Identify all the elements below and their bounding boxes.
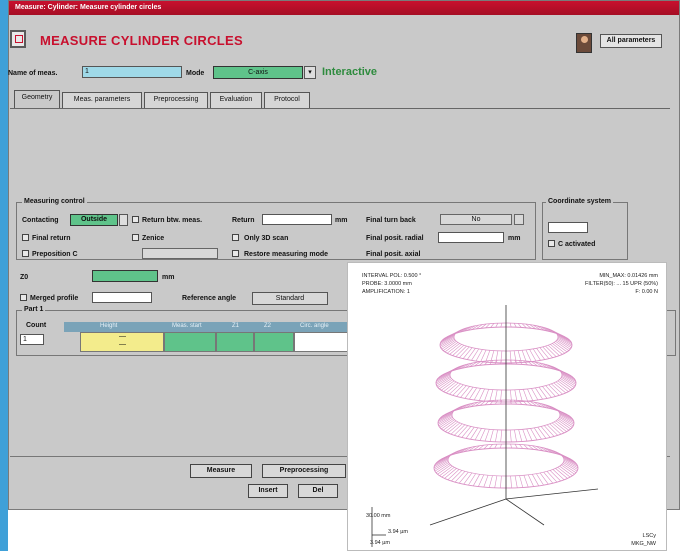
delete-button[interactable]: Del [298,484,338,498]
window-titlebar[interactable]: Measure: Cylinder: Measure cylinder circ… [9,1,679,15]
coordinate-system-input[interactable] [548,222,588,233]
measure-button[interactable]: Measure [190,464,252,478]
tab-geometry[interactable]: Geometry [14,90,60,108]
final-return-checkbox[interactable] [22,234,29,241]
cell-height[interactable]: — — [80,332,164,352]
tab-meas-parameters[interactable]: Meas. parameters [62,92,142,108]
z0-label: Z0 [20,274,29,281]
final-posit-radial-label: Final posit. radial [366,235,424,242]
zenice-label: Zenice [142,235,165,242]
col-z2[interactable]: Z2 [264,323,271,329]
plot-footer-1: LSCy [642,533,656,539]
plot-footer-2: MKG_NW [631,541,656,547]
mode-label: Mode [186,70,205,77]
page-title: MEASURE CYLINDER CIRCLES [40,33,243,48]
part-title: Part 1 [22,306,46,313]
final-turn-back-dropdown-icon[interactable] [514,214,524,225]
z0-input[interactable] [92,270,158,282]
c-activated-checkbox[interactable] [548,240,555,247]
preprocessing-button[interactable]: Preprocessing [262,464,346,478]
contacting-label: Contacting [22,217,59,224]
cell-z2[interactable] [254,332,294,352]
operator-icon[interactable] [576,33,592,53]
reference-angle-label: Reference angle [182,295,237,302]
y-axis [429,498,507,526]
return-input[interactable] [262,214,332,225]
preposition-c-checkbox[interactable] [22,250,29,257]
col-meas-start[interactable]: Meas. start [172,323,202,329]
x-axis [505,488,599,500]
final-posit-radial-input[interactable] [438,232,504,243]
mode-dropdown-arrow-icon[interactable]: ▾ [304,66,316,79]
zenice-checkbox[interactable] [132,234,139,241]
return-label: Return [232,217,255,224]
mode-status: Interactive [322,66,378,78]
cylinder-rings-graphic [371,305,599,547]
final-posit-axial-label: Final posit. axial [366,251,421,258]
scale-a-label: 3.94 µm [388,529,408,535]
scale-z-label: 30.00 mm [366,513,391,519]
cell-height-value-2: — [119,341,126,348]
left-accent-strip [0,0,8,551]
return-btw-meas-label: Return btw. meas. [142,217,203,224]
return-btw-meas-checkbox[interactable] [132,216,139,223]
tab-divider [10,108,670,109]
mode-select[interactable]: C-axis [213,66,303,79]
name-input[interactable]: 1 [82,66,182,78]
all-parameters-button[interactable]: All parameters [600,34,662,48]
count-label: Count [26,322,47,329]
return-unit: mm [335,217,348,224]
tab-preprocessing[interactable]: Preprocessing [144,92,208,108]
merged-profile-input[interactable] [92,292,152,303]
measuring-control-title: Measuring control [22,198,87,205]
final-return-label: Final return [32,235,71,242]
cell-meas-start[interactable] [164,332,216,352]
restore-measuring-mode-checkbox[interactable] [232,250,239,257]
final-turn-back-label: Final turn back [366,217,416,224]
restore-measuring-mode-label: Restore measuring mode [244,251,329,258]
preposition-c-input[interactable] [142,248,218,259]
coordinate-system-title: Coordinate system [546,198,614,205]
merged-profile-label: Merged profile [30,295,79,302]
cell-z1[interactable] [216,332,254,352]
insert-button[interactable]: Insert [248,484,288,498]
count-stepper[interactable]: 1 [20,334,44,345]
reference-angle-select[interactable]: Standard [252,292,328,305]
contacting-select[interactable]: Outside [70,214,118,226]
r-axis [505,498,545,526]
cylinder-plot: INTERVAL POL: 0.500 ° PROBE: 3.0000 mm A… [347,262,667,551]
merged-profile-checkbox[interactable] [20,294,27,301]
preposition-c-label: Preposition C [32,251,78,258]
col-circ-angle[interactable]: Circ. angle [300,323,329,329]
cell-height-value-1: — [119,333,126,340]
part-table-header: Height Meas. start Z1 Z2 Circ. angle [64,322,356,332]
scale-b-label: 3.94 µm [370,540,390,546]
final-posit-radial-unit: mm [508,235,521,242]
c-activated-label: C activated [558,241,596,248]
name-label: Name of meas. [8,70,58,77]
contacting-dropdown-icon[interactable] [119,214,128,226]
z0-unit: mm [162,274,175,281]
col-z1[interactable]: Z1 [232,323,239,329]
tab-protocol[interactable]: Protocol [264,92,310,108]
only-3d-scan-label: Only 3D scan [244,235,289,242]
final-turn-back-select[interactable]: No [440,214,512,225]
cylinder-measure-icon [10,30,26,48]
tab-evaluation[interactable]: Evaluation [210,92,262,108]
only-3d-scan-checkbox[interactable] [232,234,239,241]
col-height[interactable]: Height [100,323,117,329]
